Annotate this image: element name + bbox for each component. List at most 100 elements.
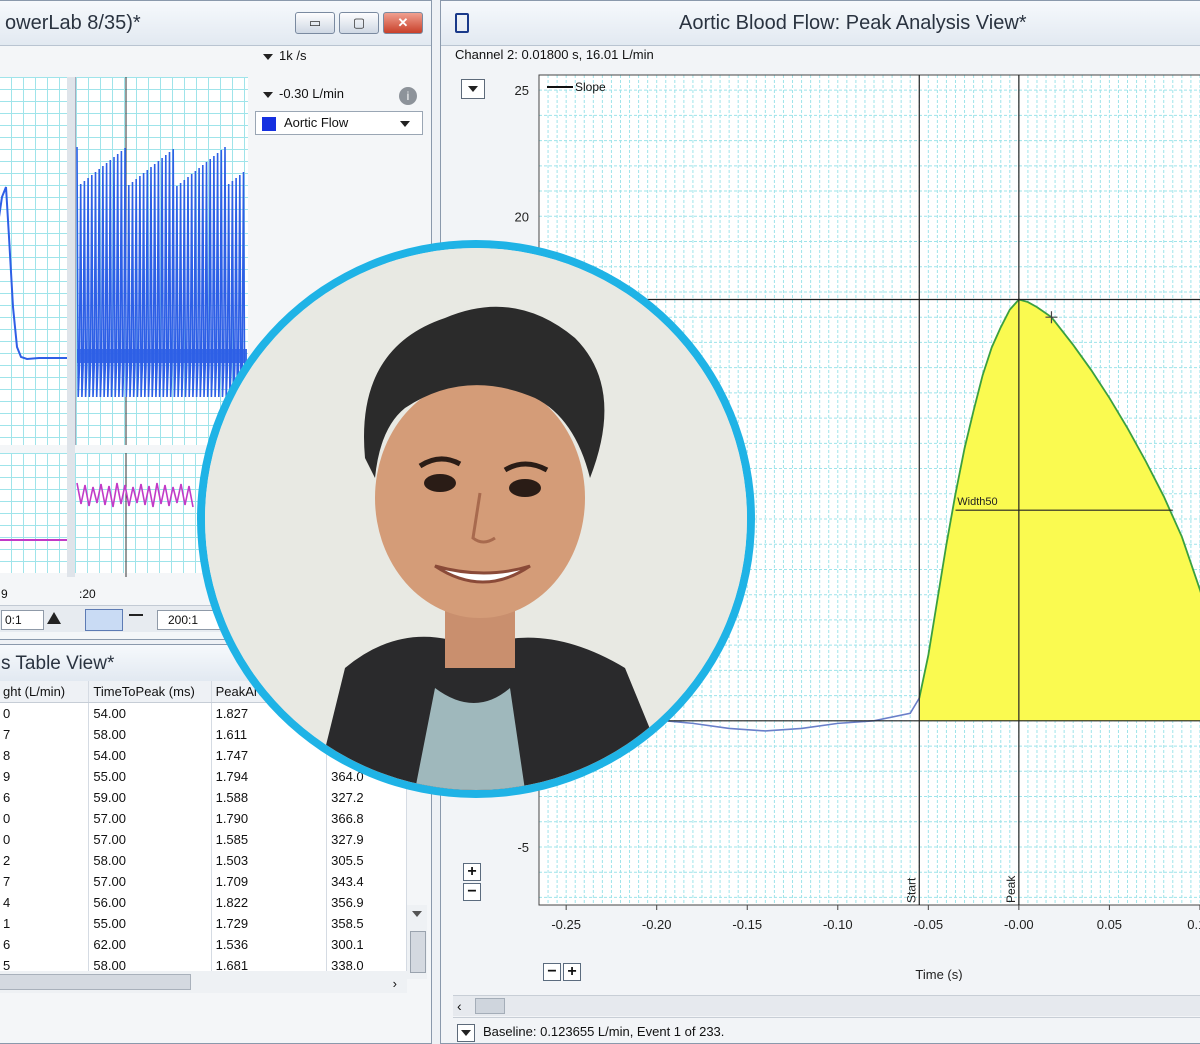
table-cell: 2 xyxy=(0,850,90,871)
pink-wave-trace xyxy=(76,482,194,508)
chevron-down-icon xyxy=(263,53,273,60)
table-cell: 1.536 xyxy=(211,934,328,955)
zoom-out-y-button[interactable]: − xyxy=(463,883,481,901)
table-row[interactable]: 9 55.00 1.794 364.0 xyxy=(0,766,407,787)
table-cell: 358.5 xyxy=(326,913,407,934)
avatar-photo xyxy=(205,248,747,790)
column-header[interactable]: TimeToPeak (ms) xyxy=(88,681,212,703)
vertical-scrollbar[interactable] xyxy=(407,905,427,979)
status-text: Baseline: 0.123655 L/min, Event 1 of 233… xyxy=(483,1024,725,1039)
table-cell: 1.747 xyxy=(211,745,328,766)
x-tick-label: -0.15 xyxy=(732,917,762,932)
horizontal-scrollbar[interactable]: › xyxy=(0,971,407,993)
peak-label: Peak xyxy=(1004,875,1018,903)
x-tick-label: -0.10 xyxy=(823,917,853,932)
minimize-button[interactable]: ▭ xyxy=(295,12,335,34)
table-cell: 1.588 xyxy=(211,787,328,808)
zoom-out-x-button[interactable]: − xyxy=(543,963,561,981)
table-cell: 8 xyxy=(0,745,90,766)
app-icon xyxy=(455,13,469,33)
pink-trace-line xyxy=(76,482,194,508)
table-cell: 1.790 xyxy=(211,808,328,829)
range-select[interactable]: -0.30 L/min xyxy=(257,83,397,107)
table-row[interactable]: 1 55.00 1.729 358.5 xyxy=(0,913,407,934)
h-scrollbar-peak[interactable]: ‹ xyxy=(453,995,1200,1016)
table-cell: 0 xyxy=(0,829,90,850)
table-cell: 300.1 xyxy=(326,934,407,955)
table-row[interactable]: 7 57.00 1.709 343.4 xyxy=(0,871,407,892)
legend-slope: Slope xyxy=(575,80,606,94)
table-cell: 9 xyxy=(0,766,90,787)
table-cell: 6 xyxy=(0,787,90,808)
chevron-down-icon xyxy=(400,121,410,127)
x-tick-label: -0.25 xyxy=(551,917,581,932)
dense-trace-band xyxy=(77,349,247,363)
table-cell: 57.00 xyxy=(88,829,212,850)
scroll-thumb[interactable] xyxy=(410,931,426,973)
chevron-down-icon xyxy=(263,91,273,98)
peak-marker-icon[interactable] xyxy=(47,612,61,624)
x-tick-label: -0.20 xyxy=(642,917,672,932)
channel-name: Aortic Flow xyxy=(284,115,349,130)
table-row[interactable]: 6 59.00 1.588 327.2 xyxy=(0,787,407,808)
info-icon[interactable]: i xyxy=(399,87,417,105)
maximize-button[interactable]: ▢ xyxy=(339,12,379,34)
table-cell: 62.00 xyxy=(88,934,212,955)
peak-window-title: Aortic Blood Flow: Peak Analysis View* xyxy=(679,12,1027,34)
table-cell: 54.00 xyxy=(88,702,212,724)
x-tick-label: -0.05 xyxy=(914,917,944,932)
table-cell: 58.00 xyxy=(88,724,212,745)
h-scroll-thumb[interactable] xyxy=(0,974,191,990)
table-cell: 57.00 xyxy=(88,871,212,892)
table-cell: 1.794 xyxy=(211,766,328,787)
start-label: Start xyxy=(904,877,918,903)
zoom-in-x-button[interactable]: + xyxy=(563,963,581,981)
table-cell: 57.00 xyxy=(88,808,212,829)
table-cell: 6 xyxy=(0,934,90,955)
table-cell: 343.4 xyxy=(326,871,407,892)
channel-readout: Channel 2: 0.01800 s, 16.01 L/min xyxy=(455,47,654,62)
x-tick-label: 0.05 xyxy=(1097,917,1122,932)
h-scroll-thumb-peak[interactable] xyxy=(475,998,505,1014)
time-tick-left: 9 xyxy=(1,587,8,601)
scroll-down-icon[interactable] xyxy=(412,911,422,917)
x-tick-label: -0.00 xyxy=(1004,917,1034,932)
table-row[interactable]: 2 58.00 1.503 305.5 xyxy=(0,850,407,871)
table-row[interactable]: 6 62.00 1.536 300.1 xyxy=(0,934,407,955)
compress-icon[interactable] xyxy=(129,614,143,624)
table-row[interactable]: 0 57.00 1.790 366.8 xyxy=(0,808,407,829)
scroll-right-icon[interactable]: › xyxy=(393,976,397,991)
zoom-ratio-right[interactable]: 200:1 xyxy=(157,610,221,630)
scroll-left-icon[interactable]: ‹ xyxy=(457,998,462,1014)
column-header[interactable]: ght (L/min) xyxy=(0,681,90,703)
table-cell: 356.9 xyxy=(326,892,407,913)
zoom-ratio-left[interactable]: 0:1 xyxy=(1,610,44,630)
avatar xyxy=(197,240,755,798)
sample-rate-select[interactable]: 1k /s xyxy=(257,45,427,67)
status-menu-button[interactable] xyxy=(457,1024,475,1042)
table-row[interactable]: 4 56.00 1.822 356.9 xyxy=(0,892,407,913)
status-bar: Baseline: 0.123655 L/min, Event 1 of 233… xyxy=(453,1017,1200,1043)
table-cell: 366.8 xyxy=(326,808,407,829)
sample-rate-value: 1k /s xyxy=(279,48,307,63)
table-cell: 327.2 xyxy=(326,787,407,808)
table-cell: 1.503 xyxy=(211,850,328,871)
table-cell: 0 xyxy=(0,702,90,724)
table-cell: 1 xyxy=(0,913,90,934)
table-row[interactable]: 0 57.00 1.585 327.9 xyxy=(0,829,407,850)
table-cell: 54.00 xyxy=(88,745,212,766)
scroll-mode-button[interactable] xyxy=(85,609,123,631)
x-axis-label: Time (s) xyxy=(915,967,962,981)
range-value: -0.30 L/min xyxy=(279,86,345,101)
channel-select[interactable]: Aortic Flow xyxy=(255,111,423,135)
width50-label: Width50 xyxy=(957,496,997,508)
table-cell: 55.00 xyxy=(88,913,212,934)
main-titlebar: owerLab 8/35)* ▭ ▢ ✕ xyxy=(0,1,431,46)
window-title: owerLab 8/35)* xyxy=(5,12,141,34)
table-cell: 7 xyxy=(0,871,90,892)
table-cell: 58.00 xyxy=(88,850,212,871)
y-tick-label: 20 xyxy=(515,209,529,224)
zoom-in-y-button[interactable]: + xyxy=(463,863,481,881)
close-button[interactable]: ✕ xyxy=(383,12,423,34)
aortic-flow-dense-trace xyxy=(76,146,247,398)
